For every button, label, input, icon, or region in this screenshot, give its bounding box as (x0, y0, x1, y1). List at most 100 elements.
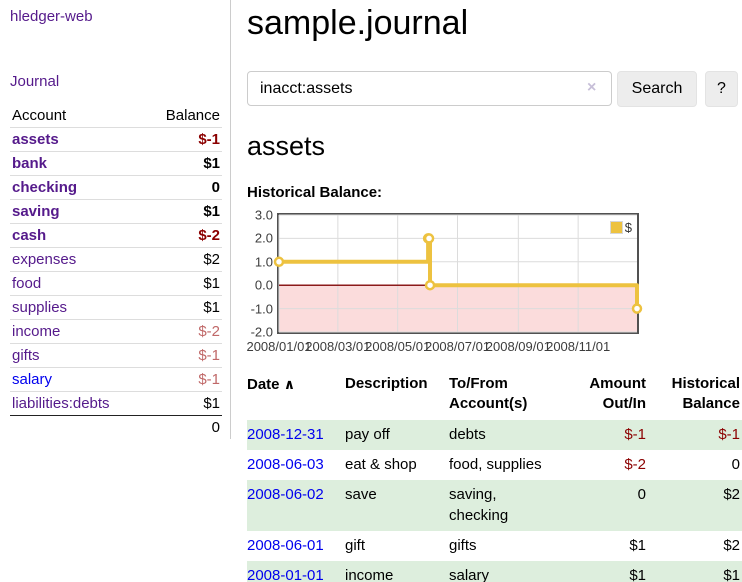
x-axis-tick-label: 2008/03/01 (305, 339, 370, 354)
historical-balance-chart: $ 3.02.01.00.0-1.0-2.02008/01/012008/03/… (247, 210, 742, 356)
transaction-amount: 0 (561, 480, 648, 531)
account-balance-value: $1 (145, 296, 222, 320)
register-header-row: Date ∧ Description To/FromAccount(s) Amo… (247, 372, 742, 420)
transaction-accounts: gifts (449, 531, 561, 561)
legend-swatch-icon (610, 221, 623, 234)
transaction-balance: 0 (648, 450, 742, 480)
account-row: cash $-2 (10, 224, 222, 248)
transaction-amount: $-2 (561, 450, 648, 480)
y-axis-tick-label: 2.0 (247, 231, 273, 246)
account-total-row: 0 (10, 416, 222, 440)
transaction-amount: $1 (561, 561, 648, 582)
transaction-accounts: salary (449, 561, 561, 582)
account-table-body: assets$-1bank$1checking0saving$1cash$-2e… (10, 128, 222, 416)
y-axis-tick-label: 1.0 (247, 254, 273, 269)
account-row: gifts $-1 (10, 344, 222, 368)
register-row: 2008-12-31pay offdebts$-1$-1 (247, 420, 742, 450)
transaction-description: income (345, 561, 449, 582)
transaction-balance: $-1 (648, 420, 742, 450)
account-row: bank$1 (10, 152, 222, 176)
account-row: salary$-1 (10, 368, 222, 392)
register-row: 2008-01-01incomesalary$1$1 (247, 561, 742, 582)
register-table-body: 2008-12-31pay offdebts$-1$-12008-06-03ea… (247, 420, 742, 582)
transaction-date-link[interactable]: 2008-01-01 (247, 567, 324, 582)
transaction-accounts: food, supplies (449, 450, 561, 480)
x-axis-tick-label: 2008/09/01 (486, 339, 551, 354)
account-link-gifts[interactable]: gifts (12, 347, 40, 364)
account-row: checking 0 (10, 176, 222, 200)
nav-journal-link[interactable]: Journal (10, 73, 222, 90)
account-link-cash[interactable]: cash (12, 227, 46, 244)
main-content: sample.journal × Search ? assets Histori… (247, 0, 742, 582)
date-column-header[interactable]: Date ∧ (247, 372, 345, 420)
transaction-date-link[interactable]: 2008-06-02 (247, 486, 324, 503)
account-balance-value: 0 (145, 176, 222, 200)
account-link-saving[interactable]: saving (12, 203, 60, 220)
account-link-food[interactable]: food (12, 275, 41, 292)
account-row: food $1 (10, 272, 222, 296)
accounts-column-header: To/FromAccount(s) (449, 372, 561, 420)
chart-plot-area: $ (277, 213, 639, 334)
account-row: supplies $1 (10, 296, 222, 320)
transaction-date-link[interactable]: 2008-06-01 (247, 537, 324, 554)
account-link-income[interactable]: income (12, 323, 60, 340)
account-column-header: Account (10, 104, 145, 128)
transaction-amount: $-1 (561, 420, 648, 450)
account-balance-value: $-2 (145, 224, 222, 248)
register-table: Date ∧ Description To/FromAccount(s) Amo… (247, 372, 742, 582)
help-button[interactable]: ? (705, 71, 738, 107)
account-link-assets[interactable]: assets (12, 131, 59, 148)
account-heading: assets (247, 131, 742, 162)
transaction-date-link[interactable]: 2008-06-03 (247, 456, 324, 473)
account-row: assets $-1 (10, 128, 222, 152)
sort-ascending-icon: ∧ (284, 376, 295, 392)
search-form: × Search ? (247, 71, 742, 107)
chart-title: Historical Balance: (247, 184, 742, 201)
search-button[interactable]: Search (617, 71, 697, 107)
account-balance-table: Account Balance assets$-1bank$1checking0… (10, 104, 222, 439)
transaction-balance: $1 (648, 561, 742, 582)
transaction-amount: $1 (561, 531, 648, 561)
account-balance-value: $1 (145, 200, 222, 224)
search-input[interactable] (247, 71, 612, 106)
y-axis-tick-label: -2.0 (247, 325, 273, 340)
clear-search-icon[interactable]: × (587, 79, 596, 97)
register-row: 2008-06-02 savesaving, checking0$2 (247, 480, 742, 531)
account-link-checking[interactable]: checking (12, 179, 77, 196)
account-balance-value: $1 (145, 272, 222, 296)
y-axis-tick-label: -1.0 (247, 301, 273, 316)
y-axis-tick-label: 3.0 (247, 208, 273, 223)
app-title-link[interactable]: hledger-web (10, 8, 222, 25)
transaction-description: gift (345, 531, 449, 561)
x-axis-tick-label: 2008/07/01 (425, 339, 490, 354)
account-row: saving $1 (10, 200, 222, 224)
transaction-description: save (345, 480, 449, 531)
transaction-description: pay off (345, 420, 449, 450)
account-balance-value: $-1 (145, 128, 222, 152)
transaction-accounts: debts (449, 420, 561, 450)
transaction-accounts: saving, checking (449, 480, 561, 531)
description-column-header: Description (345, 372, 449, 420)
account-link-supplies[interactable]: supplies (12, 299, 67, 316)
sidebar: hledger-web Journal Account Balance asse… (0, 0, 231, 439)
register-row: 2008-06-03eat & shopfood, supplies$-20 (247, 450, 742, 480)
legend-label: $ (625, 220, 632, 235)
account-balance-value: $1 (145, 392, 222, 416)
account-link-expenses[interactable]: expenses (12, 251, 76, 268)
transaction-balance: $2 (648, 531, 742, 561)
account-balance-value: $-1 (145, 344, 222, 368)
x-axis-tick-label: 2008/11/01 (546, 339, 610, 354)
account-row: expenses$2 (10, 248, 222, 272)
account-link-salary[interactable]: salary (12, 371, 52, 388)
transaction-date-link[interactable]: 2008-12-31 (247, 426, 324, 443)
account-link-liabilities-debts[interactable]: liabilities:debts (12, 395, 110, 412)
balance-column-header-register: HistoricalBalance (648, 372, 742, 420)
x-axis-tick-label: 2008/05/01 (365, 339, 430, 354)
account-total-value: 0 (145, 416, 222, 440)
account-link-bank[interactable]: bank (12, 155, 47, 172)
y-axis-tick-label: 0.0 (247, 278, 273, 293)
transaction-balance: $2 (648, 480, 742, 531)
chart-legend: $ (610, 220, 632, 235)
account-row: income$-2 (10, 320, 222, 344)
balance-column-header: Balance (145, 104, 222, 128)
